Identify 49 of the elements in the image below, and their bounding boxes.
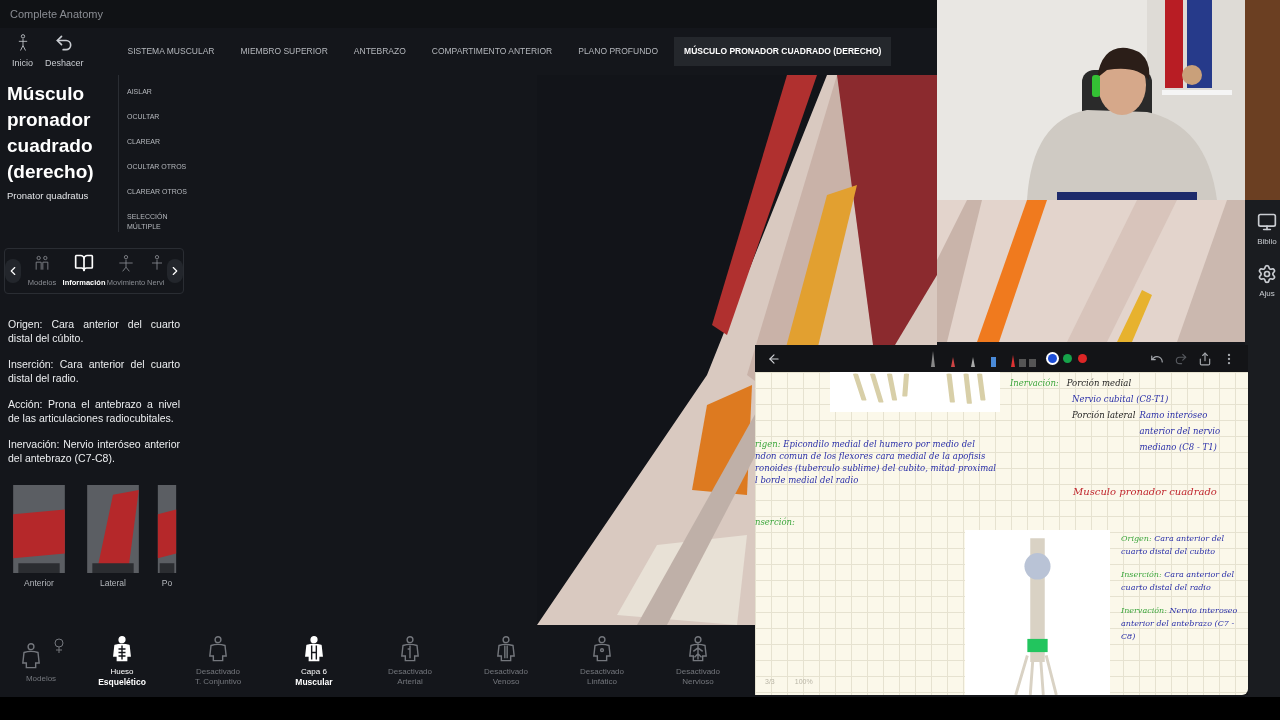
female-symbol-icon <box>53 638 65 654</box>
note-label: Inervación: <box>1010 377 1059 390</box>
breadcrumb[interactable]: ANTEBRAZO <box>343 37 416 66</box>
note-text: Porción lateral <box>1072 409 1136 422</box>
next-button[interactable] <box>167 259 183 283</box>
figure-icon <box>116 253 136 274</box>
info-paragraph: Acción: Prona el antebrazo a nivel de las articulaciones radiocubitales. <box>8 398 180 425</box>
view-thumbnail[interactable]: Anterior <box>8 485 70 590</box>
breadcrumb[interactable]: COMPARTIMENTO ANTERIOR <box>421 37 563 66</box>
window-title: Complete Anatomy <box>10 6 103 22</box>
note-text: Origen: Cara anterior del cuarto distal del cubito <box>1121 533 1226 558</box>
layer-button[interactable]: Desactivado Venoso <box>458 635 554 687</box>
note-text: Ramo interóseo anterior del nervio mediano (C8 - T1) <box>1139 409 1222 454</box>
undo-button[interactable]: Deshacer <box>39 32 90 71</box>
color-swatch[interactable] <box>1048 354 1057 363</box>
note-text: Nervio cubital (C8-T1) <box>1072 393 1169 406</box>
layer-button[interactable]: Capa 6 Muscular <box>266 635 362 687</box>
note-text: Inervación: Nervio interoseo anterior del antebrazo (C7 - C8) <box>1121 605 1239 643</box>
breadcrumb[interactable]: MIEMBRO SUPERIOR <box>230 37 338 66</box>
latin-name: Pronator quadratus <box>7 189 90 203</box>
view-thumbnail[interactable]: Po <box>156 485 178 590</box>
info-paragraph: Inervación: Nervio interóseo anterior del antebrazo (C7-C8). <box>8 438 180 465</box>
note-text: Porción medial <box>1066 377 1132 390</box>
layer-button[interactable]: Desactivado Linfático <box>554 635 650 687</box>
layer-button[interactable]: Hueso Esquelético <box>74 635 170 687</box>
export-icon[interactable] <box>1198 351 1212 366</box>
settings-icon <box>1257 264 1277 284</box>
redo-icon[interactable] <box>1174 351 1188 366</box>
breadcrumb[interactable]: PLANO PROFUNDO <box>568 37 669 66</box>
view-thumbnail[interactable]: Lateral <box>82 485 144 590</box>
monitor-icon <box>1257 212 1277 232</box>
breadcrumb[interactable]: MÚSCULO PRONADOR CUADRADO (DERECHO) <box>674 37 892 66</box>
layer-button[interactable]: Desactivado Nervioso <box>650 635 746 687</box>
book-icon <box>74 253 94 274</box>
library-button[interactable]: Biblio <box>1257 212 1277 248</box>
structure-title: Músculo pronador cuadrado (derecho) <box>7 82 95 184</box>
info-paragraph: Origen: Cara anterior del cuarto distal del cúbito. <box>8 318 180 345</box>
layer-button[interactable]: Modelos <box>8 638 74 684</box>
layer-button[interactable]: Desactivado Arterial <box>362 635 458 687</box>
note-heading: Musculo pronador cuadrado <box>1073 485 1217 499</box>
color-swatch[interactable] <box>1078 354 1087 363</box>
color-swatch[interactable] <box>1063 354 1072 363</box>
breadcrumb[interactable]: SISTEMA MUSCULAR <box>117 37 225 66</box>
previous-button[interactable] <box>5 259 21 283</box>
note-text: Inserción: Cara anterior del cuarto distal del radio <box>1121 569 1236 594</box>
info-paragraph: Inserción: Cara anterior del cuarto distal del radio. <box>8 358 180 385</box>
layer-button[interactable]: Desactivado T. Conjuntivo <box>170 635 266 687</box>
home-button[interactable]: Inicio <box>6 32 39 71</box>
settings-button[interactable]: Ajus <box>1257 264 1277 300</box>
